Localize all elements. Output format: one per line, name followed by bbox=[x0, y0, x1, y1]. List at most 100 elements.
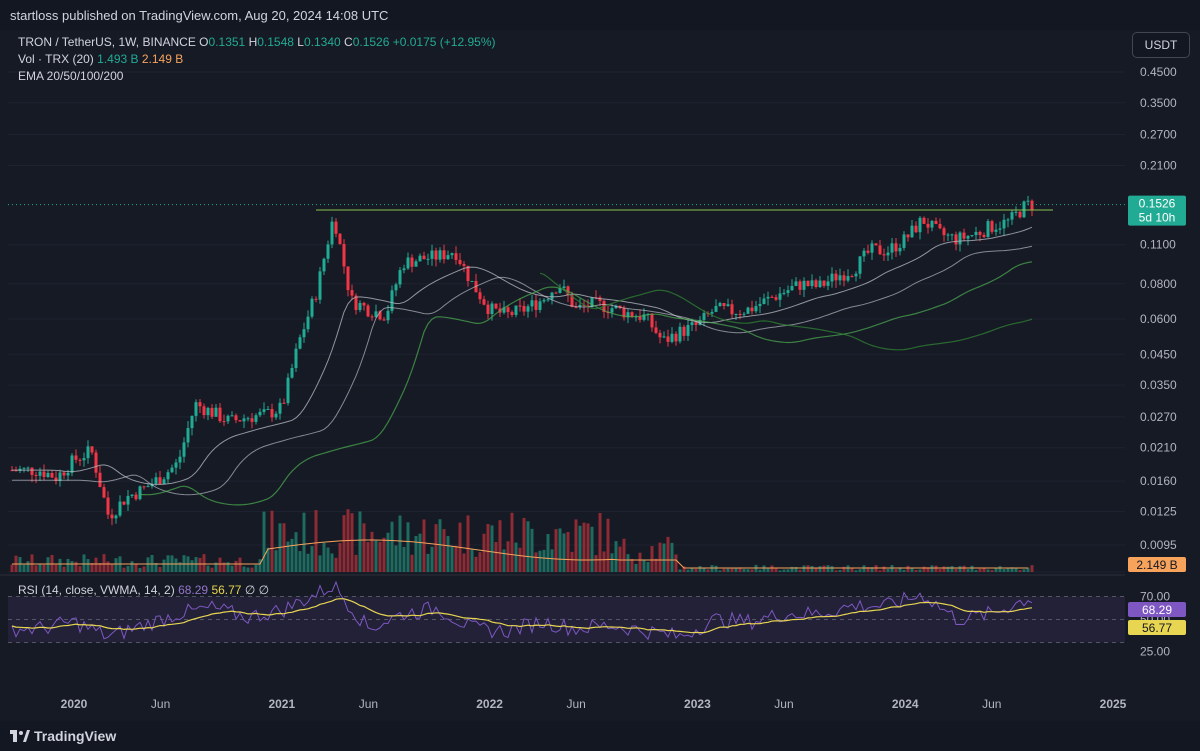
volume-bar bbox=[314, 510, 318, 572]
volume-bar bbox=[254, 564, 258, 572]
footer: TradingView bbox=[0, 721, 1200, 751]
volume-bar bbox=[590, 526, 594, 572]
candle-body bbox=[494, 303, 498, 309]
volume-bar bbox=[322, 542, 326, 572]
volume-bar bbox=[422, 519, 426, 572]
candle-body bbox=[266, 408, 270, 410]
volume-bar bbox=[946, 566, 950, 572]
candle-body bbox=[462, 263, 466, 266]
price-chart-svg[interactable]: 0.4500 0.3500 0.2700 0.2100 0.1100 0.0800 0.06… bbox=[0, 30, 1200, 721]
candle-body bbox=[346, 266, 350, 291]
candle-body bbox=[42, 471, 46, 477]
volume-bar bbox=[574, 519, 578, 572]
volume-bar bbox=[538, 550, 542, 572]
price-tick-label: 0.0800 bbox=[1140, 277, 1177, 291]
candle-body bbox=[682, 326, 686, 336]
volume-bar bbox=[274, 550, 278, 572]
chart-area[interactable]: 0.4500 0.3500 0.2700 0.2100 0.1100 0.0800 0.06… bbox=[0, 30, 1200, 721]
candle-body bbox=[442, 250, 446, 260]
candle-body bbox=[1010, 212, 1014, 220]
last-price-badge-text: 5d 10h bbox=[1139, 211, 1176, 225]
candle-body bbox=[258, 411, 262, 416]
volume-bar bbox=[1030, 565, 1034, 572]
candle-body bbox=[942, 228, 946, 236]
candle-body bbox=[238, 420, 242, 422]
volume-bar bbox=[702, 568, 706, 572]
candle-body bbox=[298, 337, 302, 349]
volume-bar bbox=[814, 568, 818, 572]
volume-bar bbox=[606, 518, 610, 572]
volume-bar bbox=[102, 554, 106, 572]
candle-body bbox=[254, 415, 258, 422]
candle-body bbox=[154, 477, 158, 484]
candle-body bbox=[22, 467, 26, 469]
candle-body bbox=[878, 245, 882, 255]
volume-bar bbox=[162, 559, 166, 572]
candle-body bbox=[838, 275, 842, 281]
volume-bar bbox=[474, 556, 478, 572]
volume-bar bbox=[970, 565, 974, 572]
time-tick-label: Jun bbox=[359, 697, 378, 711]
candle-body bbox=[1022, 201, 1026, 218]
candle-body bbox=[278, 402, 282, 414]
rsi-ma-value: 56.77 bbox=[211, 583, 242, 597]
high-value: 0.1548 bbox=[257, 35, 294, 49]
volume-bar bbox=[542, 549, 546, 572]
candle-body bbox=[434, 250, 438, 260]
volume-bar bbox=[26, 561, 30, 572]
volume-bar bbox=[522, 518, 526, 572]
volume-bar bbox=[894, 569, 898, 572]
price-tick-label: 0.1100 bbox=[1140, 238, 1176, 252]
candle-body bbox=[850, 276, 854, 278]
volume-bar bbox=[426, 553, 430, 572]
candle-body bbox=[754, 306, 758, 312]
candle-body bbox=[794, 281, 798, 286]
candle-body bbox=[954, 234, 958, 245]
symbol-name: TRON / TetherUS, 1W, BINANCE bbox=[18, 35, 196, 49]
volume-bar bbox=[650, 546, 654, 572]
open-value: 0.1351 bbox=[208, 35, 246, 49]
time-tick-label: Jun bbox=[567, 697, 586, 711]
volume-bar bbox=[810, 565, 814, 572]
candle-body bbox=[302, 329, 306, 338]
volume-bar bbox=[822, 565, 826, 572]
candle-body bbox=[518, 305, 522, 307]
price-tick-label: 0.0125 bbox=[1140, 504, 1177, 518]
candle-body bbox=[362, 302, 366, 306]
candle-body bbox=[890, 243, 894, 253]
volume-bar bbox=[174, 558, 178, 572]
volume-bar bbox=[830, 566, 834, 572]
candle-body bbox=[86, 446, 90, 459]
candle-body bbox=[198, 402, 202, 407]
candle-body bbox=[702, 313, 706, 320]
candle-body bbox=[174, 462, 178, 468]
candle-body bbox=[370, 316, 374, 318]
candle-body bbox=[914, 225, 918, 233]
volume-bar bbox=[642, 559, 646, 572]
candle-body bbox=[482, 299, 486, 305]
currency-button[interactable]: USDT bbox=[1132, 32, 1190, 58]
volume-bar bbox=[230, 565, 234, 572]
candle-body bbox=[530, 300, 534, 307]
candle-body bbox=[738, 313, 742, 315]
candle-body bbox=[470, 280, 474, 282]
volume-legend: Vol · TRX (20) 1.493 B 2.149 B bbox=[18, 52, 183, 66]
candle-body bbox=[326, 244, 330, 259]
volume-bar bbox=[874, 565, 878, 572]
candle-body bbox=[922, 217, 926, 224]
volume-bar bbox=[526, 521, 530, 572]
candle-body bbox=[934, 220, 938, 224]
candle-body bbox=[670, 333, 674, 342]
rsi-extra2: ∅ bbox=[258, 583, 270, 597]
volume-bar bbox=[858, 569, 862, 572]
candle-body bbox=[130, 494, 134, 496]
candle-body bbox=[330, 221, 334, 245]
candle-body bbox=[750, 307, 754, 312]
candle-body bbox=[994, 229, 998, 232]
candle-body bbox=[46, 473, 50, 477]
candle-body bbox=[418, 255, 422, 262]
volume-bar bbox=[350, 513, 354, 572]
candle-body bbox=[654, 327, 658, 333]
candle-body bbox=[1006, 219, 1010, 221]
volume-bar bbox=[234, 560, 238, 572]
